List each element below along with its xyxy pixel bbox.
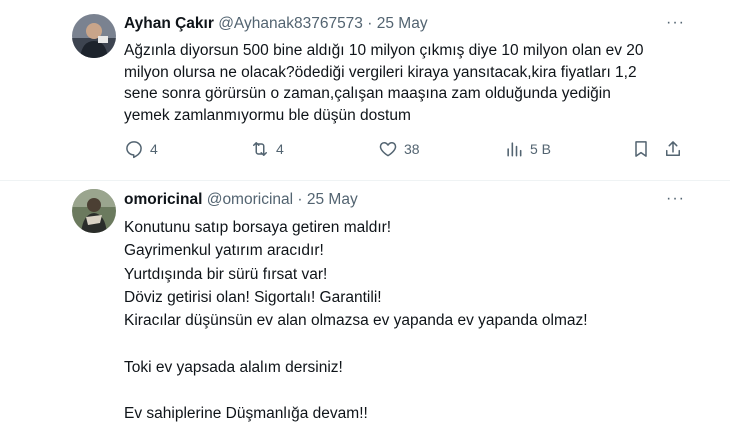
more-options-icon[interactable]: ··· bbox=[666, 190, 685, 208]
tweet-ayhan[interactable]: Ayhan Çakır @Ayhanak83767573 · 25 May ··… bbox=[0, 0, 730, 180]
author-handle[interactable]: @omoricinal bbox=[207, 191, 293, 208]
reply-icon bbox=[124, 139, 144, 159]
reply-button[interactable]: 4 bbox=[124, 139, 158, 159]
share-icon bbox=[663, 139, 683, 159]
author-name[interactable]: omoricinal bbox=[124, 191, 202, 208]
tweet-header: omoricinal @omoricinal · 25 May bbox=[124, 191, 358, 209]
author-handle[interactable]: @Ayhanak83767573 bbox=[218, 15, 363, 32]
tweet-date[interactable]: 25 May bbox=[377, 15, 428, 32]
retweet-button[interactable]: 4 bbox=[250, 139, 284, 159]
more-options-icon[interactable]: ··· bbox=[666, 14, 685, 32]
tweet-date[interactable]: 25 May bbox=[307, 191, 358, 208]
bookmark-icon bbox=[631, 139, 651, 159]
heart-icon bbox=[378, 139, 398, 159]
tweet-header: Ayhan Çakır @Ayhanak83767573 · 25 May bbox=[124, 15, 428, 33]
separator: · bbox=[297, 191, 303, 208]
author-name[interactable]: Ayhan Çakır bbox=[124, 15, 214, 32]
separator: · bbox=[367, 15, 373, 32]
like-button[interactable]: 38 bbox=[378, 139, 420, 159]
share-button[interactable] bbox=[663, 139, 683, 159]
retweet-icon bbox=[250, 139, 270, 159]
avatar[interactable] bbox=[72, 14, 116, 58]
tweet-omoricinal[interactable]: omoricinal @omoricinal · 25 May ··· Konu… bbox=[0, 181, 730, 422]
views-button[interactable]: 5 B bbox=[504, 139, 551, 159]
tweet-text: Ağzınla diyorsun 500 bine aldığı 10 mily… bbox=[124, 42, 644, 124]
retweet-count: 4 bbox=[276, 141, 284, 157]
views-count: 5 B bbox=[530, 141, 552, 157]
avatar[interactable] bbox=[72, 189, 116, 233]
tweet-actions: 4 4 38 5 B bbox=[124, 139, 684, 165]
bookmark-button[interactable] bbox=[631, 139, 651, 159]
reply-count: 4 bbox=[150, 141, 158, 157]
like-count: 38 bbox=[404, 141, 420, 157]
views-chart-icon bbox=[504, 139, 524, 159]
tweet-text: Konutunu satıp borsaya getiren maldır! G… bbox=[124, 219, 588, 423]
